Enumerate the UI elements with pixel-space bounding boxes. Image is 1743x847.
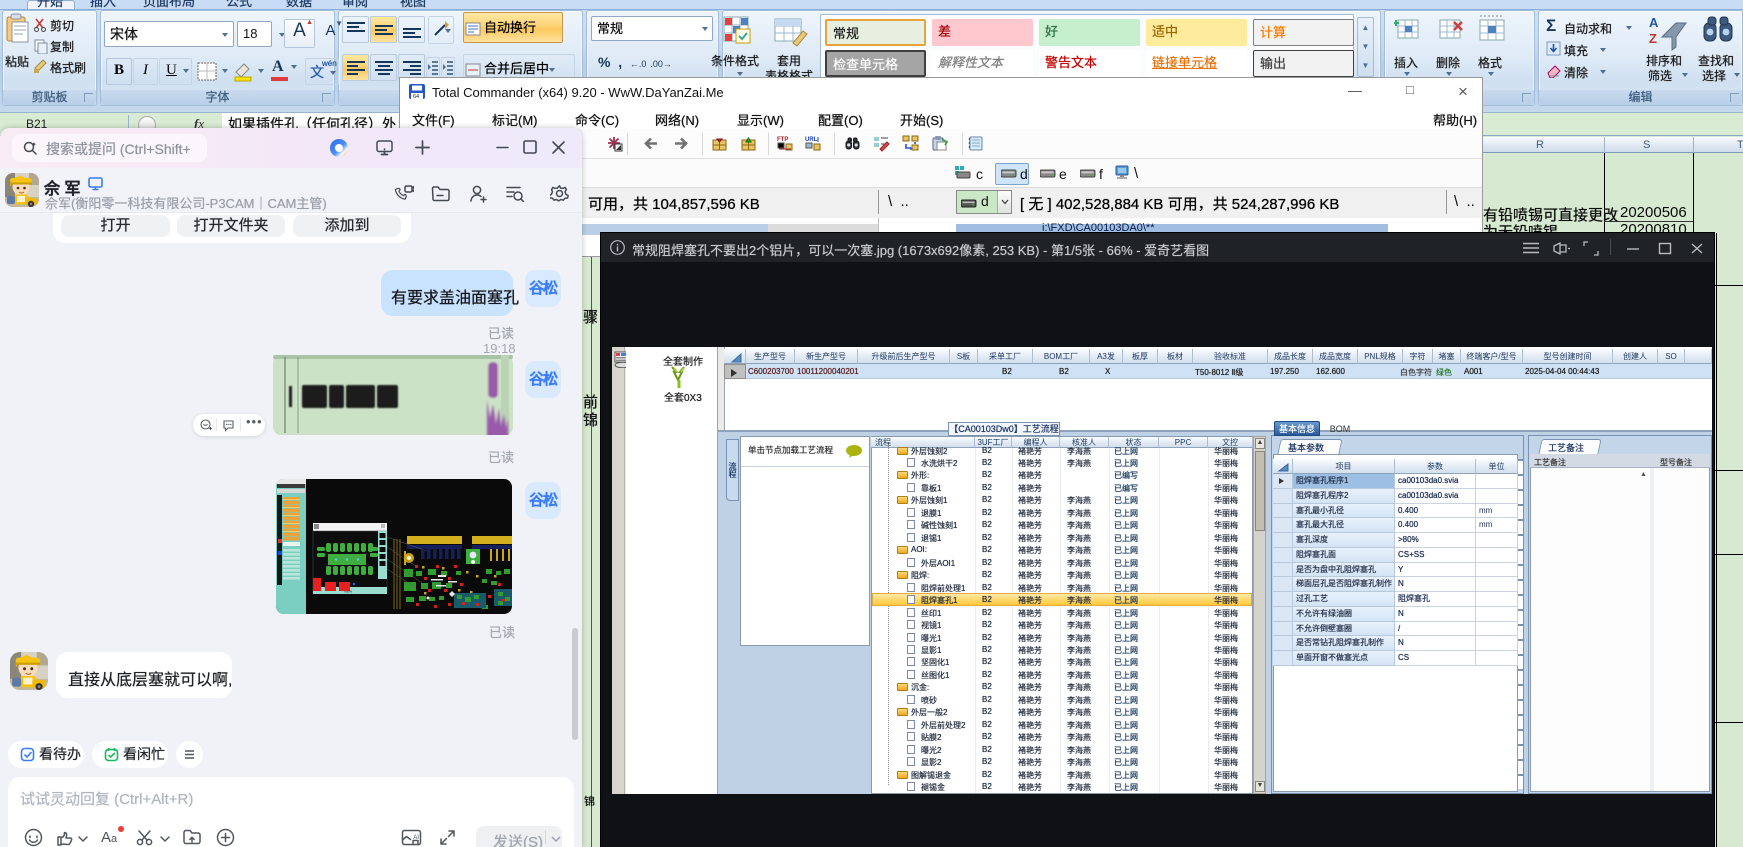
- svg-text:A: A: [1649, 15, 1659, 30]
- svg-text:URL: URL: [805, 137, 818, 143]
- svg-text:FTP: FTP: [777, 137, 788, 143]
- svg-text:64: 64: [413, 94, 419, 100]
- svg-text:Z: Z: [1649, 31, 1657, 46]
- svg-text:AI: AI: [413, 835, 419, 841]
